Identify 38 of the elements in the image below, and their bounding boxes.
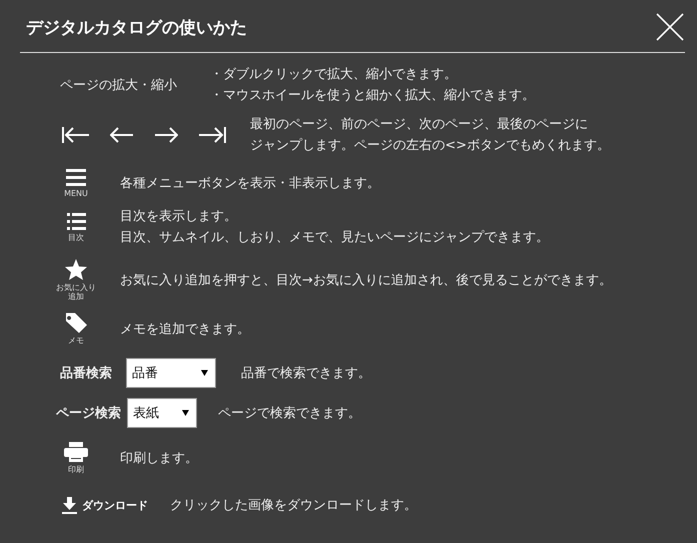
caret-icon: [201, 370, 208, 376]
tag-icon[interactable]: [66, 313, 86, 333]
dropdown[interactable]: 表紙: [127, 398, 197, 428]
last-page-icon[interactable]: [198, 127, 226, 143]
window-title: デジタルカタログの使いかた: [26, 16, 247, 38]
printer-icon[interactable]: [64, 442, 88, 462]
icon-caption: お気に入り追加: [56, 283, 96, 301]
description-text: ページで検索できます。: [218, 404, 361, 422]
description-text: 品番で検索できます。: [241, 364, 371, 382]
description-text: メモを追加できます。: [120, 320, 250, 338]
description-text: ・マウスホイールを使うと細かく拡大、縮小できます。: [210, 87, 535, 105]
feature-label: ページの拡大・縮小: [60, 77, 178, 94]
feature-label: ページ検索: [55, 404, 121, 422]
download-button[interactable]: ダウンロード: [62, 496, 148, 514]
description-text: 目次、サムネイル、しおり、メモで、見たいページにジャンプできます。: [120, 229, 549, 247]
description-text: お気に入り追加を押すと、目次→お気に入りに追加され、後で見ることができます。: [120, 272, 612, 290]
right-arrow-icon[interactable]: [154, 127, 178, 143]
icon-caption: 目次: [68, 232, 84, 242]
description-text: ・ダブルクリックで拡大、縮小できます。: [210, 66, 458, 84]
description-text: ジャンプします。ページの左右の<>ボタンでもめくれます。: [250, 137, 610, 155]
icon-caption: 印刷: [68, 465, 84, 474]
caret-icon: [182, 410, 189, 416]
dropdown[interactable]: 品番: [126, 358, 216, 388]
description-text: クリックした画像をダウンロードします。: [170, 496, 417, 514]
list-icon[interactable]: [66, 212, 86, 230]
feature-label: 品番検索: [59, 364, 112, 382]
description-text: 印刷します。: [120, 450, 198, 468]
first-page-icon[interactable]: [62, 127, 90, 143]
menu-icon[interactable]: [66, 168, 86, 186]
icon-caption: MENU: [64, 188, 88, 198]
description-text: 目次を表示します。: [120, 208, 238, 226]
star-icon[interactable]: [65, 259, 87, 280]
description-text: 最初のページ、前のページ、次のページ、最後のページに: [250, 116, 589, 134]
left-arrow-icon[interactable]: [110, 127, 134, 143]
close-button[interactable]: [655, 12, 685, 42]
icon-caption: メモ: [68, 336, 84, 345]
download-icon: [62, 496, 77, 514]
description-text: 各種メニューボタンを表示・非表示します。: [120, 174, 380, 192]
